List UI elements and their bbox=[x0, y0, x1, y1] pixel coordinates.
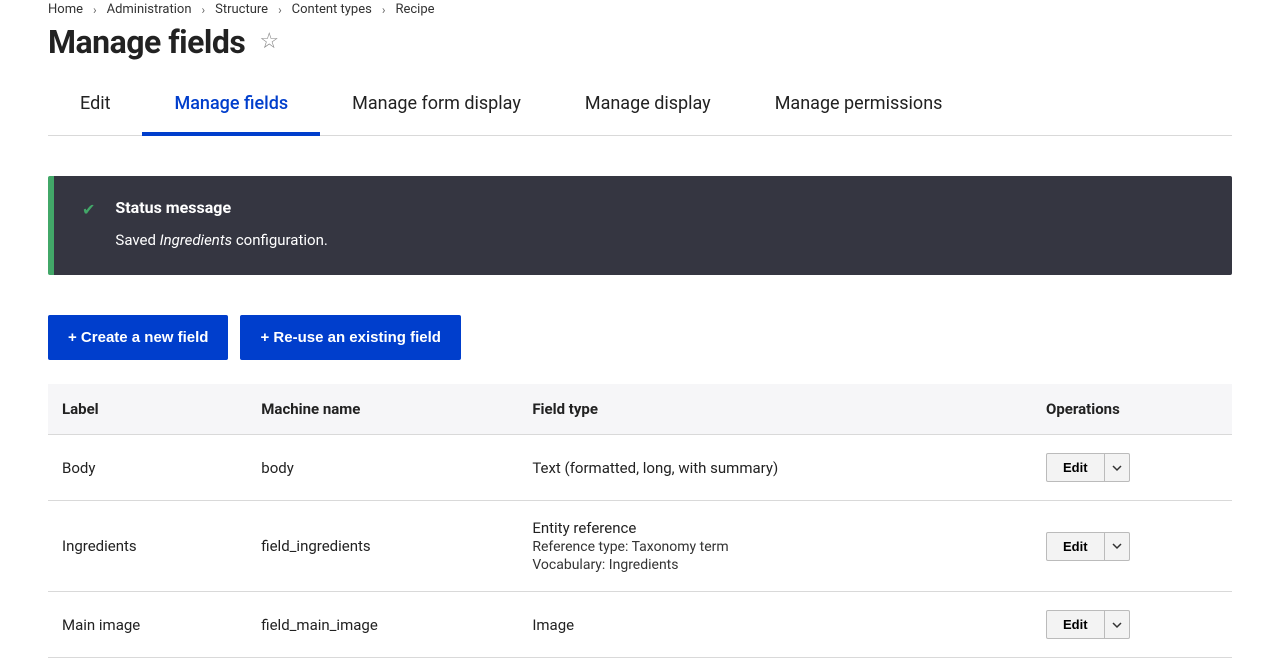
breadcrumb-link[interactable]: Structure bbox=[215, 2, 268, 17]
breadcrumb: Home › Administration › Structure › Cont… bbox=[48, 0, 1232, 17]
col-field-type: Field type bbox=[518, 384, 1032, 435]
breadcrumb-link[interactable]: Content types bbox=[292, 2, 372, 17]
primary-tabs: Edit Manage fields Manage form display M… bbox=[48, 79, 1232, 136]
chevron-down-icon bbox=[1112, 620, 1122, 630]
col-machine-name: Machine name bbox=[247, 384, 518, 435]
status-heading: Status message bbox=[115, 198, 1204, 217]
tab-manage-display[interactable]: Manage display bbox=[553, 79, 743, 135]
breadcrumb-link[interactable]: Home bbox=[48, 2, 83, 17]
edit-button[interactable]: Edit bbox=[1047, 533, 1105, 560]
chevron-right-icon: › bbox=[93, 3, 97, 17]
chevron-right-icon: › bbox=[278, 3, 282, 17]
chevron-right-icon: › bbox=[382, 3, 386, 17]
field-machine-name: body bbox=[247, 435, 518, 501]
check-icon: ✔ bbox=[82, 200, 95, 249]
fields-table: Label Machine name Field type Operations… bbox=[48, 384, 1232, 658]
col-label: Label bbox=[48, 384, 247, 435]
field-operations: Edit bbox=[1032, 501, 1232, 592]
operations-dropdown-button[interactable] bbox=[1105, 454, 1129, 481]
field-machine-name: field_ingredients bbox=[247, 501, 518, 592]
field-type-detail: Reference type: Taxonomy term bbox=[532, 539, 1018, 555]
edit-button[interactable]: Edit bbox=[1047, 454, 1105, 481]
table-row: BodybodyText (formatted, long, with summ… bbox=[48, 435, 1232, 501]
tab-manage-form-display[interactable]: Manage form display bbox=[320, 79, 553, 135]
star-icon[interactable]: ☆ bbox=[259, 31, 279, 53]
field-operations: Edit bbox=[1032, 435, 1232, 501]
tab-manage-fields[interactable]: Manage fields bbox=[142, 79, 320, 136]
table-row: Ingredientsfield_ingredientsEntity refer… bbox=[48, 501, 1232, 592]
operations-dropdown-button[interactable] bbox=[1105, 611, 1129, 638]
page-title: Manage fields bbox=[48, 23, 245, 61]
create-field-button[interactable]: + Create a new field bbox=[48, 315, 228, 360]
breadcrumb-link[interactable]: Administration bbox=[107, 2, 192, 17]
field-label: Ingredients bbox=[48, 501, 247, 592]
field-type-detail: Vocabulary: Ingredients bbox=[532, 557, 1018, 573]
field-label: Body bbox=[48, 435, 247, 501]
field-type: Entity referenceReference type: Taxonomy… bbox=[518, 501, 1032, 592]
operations-dropdown-button[interactable] bbox=[1105, 533, 1129, 560]
reuse-field-button[interactable]: + Re-use an existing field bbox=[240, 315, 460, 360]
status-message: ✔ Status message Saved Ingredients confi… bbox=[48, 176, 1232, 275]
status-text: Saved Ingredients configuration. bbox=[115, 231, 1204, 249]
chevron-right-icon: › bbox=[202, 3, 206, 17]
tab-edit[interactable]: Edit bbox=[48, 79, 142, 135]
tab-manage-permissions[interactable]: Manage permissions bbox=[743, 79, 975, 135]
chevron-down-icon bbox=[1112, 541, 1122, 551]
edit-button[interactable]: Edit bbox=[1047, 611, 1105, 638]
field-type: Text (formatted, long, with summary) bbox=[518, 435, 1032, 501]
chevron-down-icon bbox=[1112, 463, 1122, 473]
breadcrumb-link[interactable]: Recipe bbox=[395, 2, 434, 17]
col-operations: Operations bbox=[1032, 384, 1232, 435]
